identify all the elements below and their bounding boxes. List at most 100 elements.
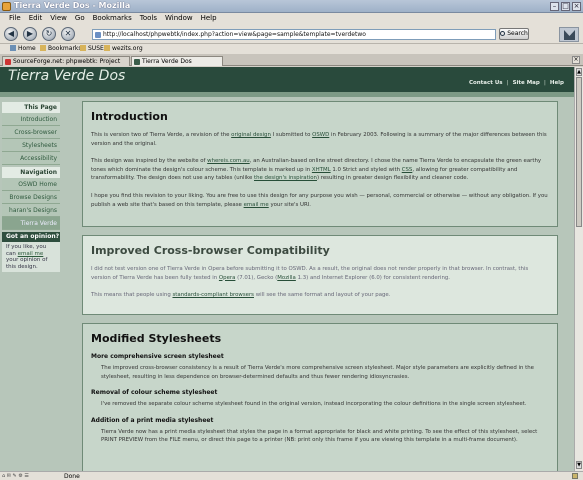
oswd-link[interactable]: OSWD: [312, 132, 329, 138]
email-me-link[interactable]: email me: [244, 202, 269, 208]
page-icon: [134, 59, 140, 65]
maximize-button[interactable]: □: [561, 2, 570, 11]
introduction-heading: Introduction: [91, 110, 168, 123]
bookmark-bookmarks[interactable]: Bookmarks: [40, 45, 82, 52]
folder-icon: [104, 45, 110, 51]
sidebar-link-oswd-home[interactable]: OSWD Home: [2, 178, 60, 191]
stylesheet-subheading-3: Addition of a print media stylesheet: [91, 416, 214, 424]
sidebar-link-cross-browser[interactable]: Cross-browser: [2, 126, 60, 139]
opinion-heading: Got an opinion?: [2, 232, 60, 242]
email-me-link[interactable]: email me: [18, 251, 44, 257]
tab-sourceforge[interactable]: SourceForge.net: phpwebtk: Project: [2, 56, 130, 66]
tab-label: SourceForge.net: phpwebtk: Project: [13, 58, 121, 65]
text: 1.0 Strict and styled with: [330, 166, 402, 173]
stylesheet-subheading-2: Removal of colour scheme stylesheet: [91, 389, 218, 397]
bookmark-suse[interactable]: SUSE: [80, 45, 104, 52]
mozilla-logo-icon: [564, 30, 575, 40]
opinion-text: If you like, you can email me your opini…: [2, 242, 60, 272]
sidebar-link-introduction[interactable]: Introduction: [2, 113, 60, 126]
scroll-down-arrow[interactable]: ▼: [576, 461, 582, 469]
css-link[interactable]: CSS: [402, 167, 413, 173]
xhtml-link[interactable]: XHTML: [312, 167, 331, 173]
header-rule: [0, 92, 574, 97]
menu-window[interactable]: Window: [165, 13, 193, 24]
site-map-link[interactable]: Site Map: [513, 80, 540, 86]
scroll-up-arrow[interactable]: ▲: [576, 68, 582, 76]
menu-file[interactable]: File: [9, 13, 21, 24]
site-title: Tierra Verde Dos: [8, 68, 126, 84]
bookmark-label: wezits.org: [112, 45, 143, 52]
menu-tools[interactable]: Tools: [140, 13, 157, 24]
original-design-link[interactable]: original design: [231, 132, 271, 138]
whereis-link[interactable]: whereis.com.au: [207, 158, 250, 164]
url-text[interactable]: http://localhost/phpwebtk/index.php?acti…: [103, 31, 366, 38]
opera-link[interactable]: Opera: [219, 275, 236, 281]
sidebar-link-browse-designs[interactable]: Browse Designs: [2, 191, 60, 204]
menu-go[interactable]: Go: [75, 13, 85, 24]
bookmark-wezits[interactable]: wezits.org: [104, 45, 143, 52]
sidebar-link-accessibility[interactable]: Accessibility: [2, 152, 60, 165]
search-icon: [500, 31, 506, 36]
sidebar-heading-navigation: Navigation: [2, 167, 60, 178]
url-bar[interactable]: http://localhost/phpwebtk/index.php?acti…: [92, 29, 496, 40]
window-title: Tierra Verde Dos - Mozilla: [14, 1, 131, 10]
site-nav: Contact Us | Site Map | Help: [469, 80, 564, 86]
tab-tierra-verde[interactable]: Tierra Verde Dos: [131, 56, 223, 66]
bookmark-label: SUSE: [88, 45, 104, 52]
text: 1.3) and Internet Explorer (6.0) for con…: [295, 274, 451, 281]
app-icon: [2, 2, 11, 11]
back-button[interactable]: ◀: [4, 27, 18, 41]
forward-button[interactable]: ▶: [23, 27, 37, 41]
contact-us-link[interactable]: Contact Us: [469, 80, 503, 86]
bookmark-home[interactable]: Home: [10, 45, 36, 52]
text: your site's URI.: [268, 201, 312, 208]
menu-bookmarks[interactable]: Bookmarks: [93, 13, 132, 24]
search-button[interactable]: Search: [499, 28, 529, 40]
page-icon: [95, 32, 101, 38]
text: ) resulting in greater design flexibilit…: [316, 175, 469, 182]
stop-button[interactable]: ✕: [61, 27, 75, 41]
folder-icon: [80, 45, 86, 51]
menu-view[interactable]: View: [50, 13, 67, 24]
component-icons[interactable]: ⌂ ✉ ✎ ⚙ ☰: [2, 473, 29, 479]
home-icon: [10, 45, 16, 51]
navigation-toolbar: ◀ ▶ ↻ ✕ http://localhost/phpwebtk/index.…: [0, 24, 583, 44]
reload-button[interactable]: ↻: [42, 27, 56, 41]
separator: |: [506, 80, 509, 86]
scrollbar-thumb[interactable]: [576, 77, 582, 227]
vertical-scrollbar[interactable]: ▲ ▼: [574, 67, 583, 471]
introduction-paragraph-2: This design was inspired by the website …: [91, 157, 549, 183]
stylesheet-subheading-1: More comprehensive screen stylesheet: [91, 353, 224, 360]
folder-icon: [40, 45, 46, 51]
minimize-button[interactable]: –: [550, 2, 559, 11]
introduction-section: Introduction This is version two of Tier…: [82, 101, 558, 227]
text: This is version two of Tierra Verde, a r…: [91, 132, 232, 138]
text: I submitted to: [270, 132, 313, 138]
help-link[interactable]: Help: [550, 80, 564, 86]
menu-bar: File Edit View Go Bookmarks Tools Window Help: [0, 13, 583, 24]
separator: |: [543, 80, 546, 86]
page-viewport[interactable]: Tierra Verde Dos Contact Us | Site Map | Hel…: [0, 67, 574, 471]
cross-browser-heading: Improved Cross-browser Compatibility: [91, 244, 330, 257]
security-lock-icon[interactable]: [572, 473, 578, 479]
menu-edit[interactable]: Edit: [29, 13, 43, 24]
status-bar: ⌂ ✉ ✎ ⚙ ☰ Done: [0, 471, 583, 480]
mozilla-link[interactable]: Mozilla: [277, 275, 296, 281]
close-tab-button[interactable]: ×: [572, 56, 580, 64]
sidebar-link-harans-designs[interactable]: haran's Designs: [2, 204, 60, 217]
sidebar-link-stylesheets[interactable]: Stylesheets: [2, 139, 60, 152]
sidebar-link-tierra-verde[interactable]: Tierra Verde: [2, 217, 60, 230]
sidebar-heading-this-page: This Page: [2, 102, 60, 113]
inspiration-link[interactable]: the design's inspiration: [254, 175, 317, 181]
status-text: Done: [64, 473, 80, 480]
standards-browsers-link[interactable]: standards-compliant browsers: [172, 292, 254, 298]
tab-bar: SourceForge.net: phpwebtk: Project Tierr…: [0, 54, 583, 66]
throbber[interactable]: [559, 27, 579, 42]
sourceforge-icon: [5, 59, 11, 65]
close-window-button[interactable]: ×: [572, 2, 581, 11]
menu-help[interactable]: Help: [201, 13, 217, 24]
stylesheet-paragraph-2: I've removed the separate colour scheme …: [101, 401, 527, 408]
stylesheet-paragraph-1: The improved cross-browser consistency i…: [101, 365, 534, 380]
window-titlebar[interactable]: Tierra Verde Dos - Mozilla – □ ×: [0, 0, 583, 13]
bookmark-label: Bookmarks: [48, 45, 82, 52]
